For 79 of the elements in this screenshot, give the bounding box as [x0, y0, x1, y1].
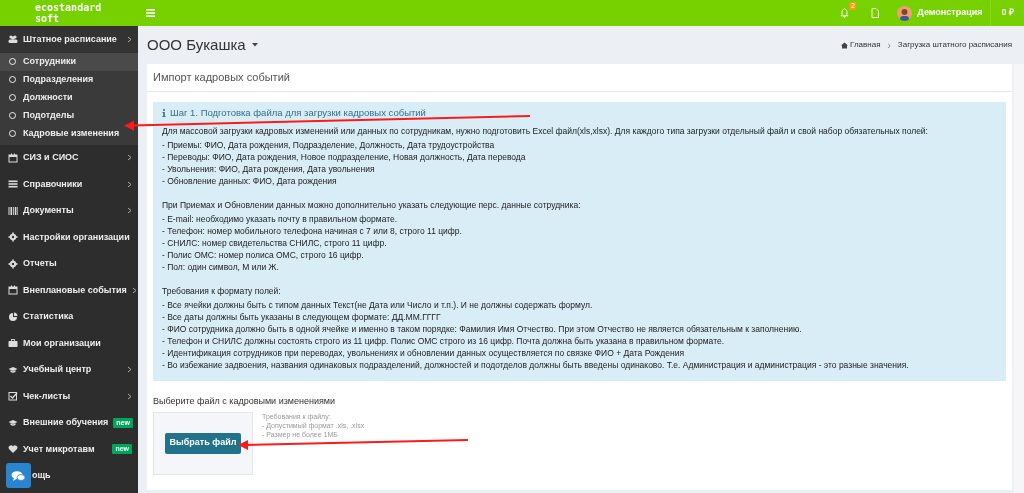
calendar-icon: [8, 285, 18, 296]
pie-chart-icon: [8, 311, 18, 322]
sidebar-label: Внешние обучения: [23, 416, 109, 429]
sidebar-label: Учет микротавм: [23, 442, 95, 456]
sidebar-label: ощь: [32, 469, 51, 482]
info-text: - Пол: один символ, М или Ж.: [162, 261, 280, 273]
info-text: - E-mail: необходимо указать почту в правильном формате.: [162, 213, 399, 225]
info-text: - СНИЛС: номер свидетельства СНИЛС, строго 11 цифр.: [162, 237, 388, 249]
info-text: - Идентификация сотрудников при переводах, увольнениях и обновлении данных осуществляется по связке ФИО + Дата Рождения: [162, 347, 685, 359]
file-label: Выберите файл с кадровыми изменениями: [153, 395, 337, 408]
info-text: - ФИО сотрудника должно быть в одной ячейке и именно в таком порядке: Фамилия Имя Отчество. При этом Отчество не является обязательным к заполнению.: [162, 323, 803, 335]
chat-icon: [11, 469, 26, 482]
sidebar-label: Справочники: [23, 177, 83, 191]
heart-icon: [8, 444, 18, 455]
chat-button[interactable]: [6, 463, 31, 489]
submenu-item[interactable]: Подотделы: [0, 106, 138, 125]
info-text: - Телефон и СНИЛС должны состоять строго из 11 цифр. Полис ОМС строго из 16 цифр. Почта должна быть указана в правильном формате.: [162, 335, 725, 347]
info-text: - Полис ОМС: номер полиса ОМС, строго 16 цифр.: [162, 249, 365, 261]
submenu-item[interactable]: Должности: [0, 88, 138, 107]
sidebar-label: Учебный центр: [23, 363, 92, 376]
calendar-icon: [8, 152, 18, 163]
submenu-item[interactable]: Подразделения: [0, 70, 138, 89]
organization-dropdown[interactable]: ООО Букашка: [147, 33, 258, 57]
panel-title: Импорт кадровых событий: [147, 64, 1012, 92]
info-text: - Переводы: ФИО, Дата рождения, Новое подразделение, Новая должность, Дата перевода: [162, 151, 527, 163]
sidebar-item[interactable]: Штатное расписание: [0, 26, 138, 53]
briefcase-icon: [8, 338, 18, 349]
submenu-item[interactable]: Кадровые изменения: [0, 124, 138, 143]
info-text: - Приемы: ФИО, Дата рождения, Подразделение, Должность, Дата трудоустройства: [162, 139, 496, 151]
choose-file-button[interactable]: Выбрать файл: [165, 432, 241, 454]
bell-icon[interactable]: [840, 8, 850, 18]
sidebar-label: Статистика: [23, 310, 74, 323]
sidebar-label: Чек-листы: [23, 389, 71, 403]
sidebar-label: Мои организации: [23, 336, 101, 350]
sidebar-item[interactable]: Чек-листы: [0, 383, 138, 410]
sidebar-item[interactable]: Отчеты: [0, 250, 138, 277]
avatar-icon: [897, 5, 913, 21]
menu-icon[interactable]: [146, 9, 155, 17]
breadcrumb-separator: ›: [887, 38, 891, 53]
info-heading: Шаг 1. Подготовка файла для загрузки кадровых событий: [162, 106, 997, 120]
sidebar-label: Настройки организации: [23, 230, 130, 244]
breadcrumb-current: Загрузка штатного расписания: [897, 39, 1012, 51]
graduation-cap-icon: [8, 364, 18, 375]
info-icon: [162, 109, 166, 117]
checkbox-icon: [8, 391, 18, 402]
info-text: При Приемах и Обновлении данных можно дополнительно указать следующие перс. данные сотрудника:: [162, 199, 582, 211]
list-icon: [8, 179, 18, 190]
info-text: - Все ячейки должны быть с типом данных Текст(не Дата или Число и т.п.). И не должны содержать формул.: [162, 299, 594, 311]
info-text: - Увольнения: ФИО, Дата рождения, Дата увольнения: [162, 163, 376, 175]
sidebar-label: Внеплановые события: [23, 283, 127, 297]
sidebar-item[interactable]: Статистика: [0, 303, 138, 330]
info-text: Для массовой загрузки кадровых изменений или данных по сотрудникам, нужно подготовить Excel файл(xls,xlsx). Для каждого типа загрузки отдельный файл и свой набор обязательных полей:: [162, 125, 929, 137]
home-icon: [841, 41, 849, 49]
sidebar-item[interactable]: СИЗ и СИОС: [0, 144, 138, 171]
breadcrumb-link[interactable]: Главная: [841, 39, 881, 51]
gear-icon: [8, 258, 18, 269]
caret-icon: [251, 43, 258, 47]
sidebar-label: Документы: [23, 204, 74, 217]
info-text: - Телефон: номер мобильного телефона начиная с 7 или 8, строго 11 цифр.: [162, 225, 463, 237]
logo-text: ecostandard: [35, 2, 103, 13]
sidebar-label: СИЗ и СИОС: [23, 151, 79, 164]
sidebar-item[interactable]: Справочники: [0, 171, 138, 198]
sidebar-label: Штатное расписание: [23, 32, 117, 46]
sidebar-item[interactable]: Настройки организации: [0, 224, 138, 251]
sidebar-item[interactable]: Учебный центр: [0, 356, 138, 383]
info-text: - Обновление данных: ФИО, Дата рождения: [162, 175, 338, 187]
barcode-icon: [8, 205, 18, 216]
gear-icon: [8, 232, 18, 243]
sidebar-label: Отчеты: [23, 257, 57, 270]
logo-text: soft: [35, 13, 61, 24]
info-text: - Во избежание задвоения, названия одинаковых подразделений, должностей и подотделов должны быть введены одинаково. Т.е. Администрация и администрация - это разные значения.: [162, 359, 910, 371]
sidebar-item[interactable]: Мои организации: [0, 330, 138, 357]
sidebar-item[interactable]: ощь: [0, 462, 138, 489]
sidebar-item[interactable]: Внеплановые события: [0, 277, 138, 304]
info-text: Требования к формату полей:: [162, 285, 282, 297]
info-text: - Все даты должны быть указаны в следующем формате: ДД.ММ.ГГГГ: [162, 311, 442, 323]
balance-text: 0 ₽: [990, 0, 1024, 26]
sidebar-item[interactable]: Документы: [0, 197, 138, 224]
graduation-cap-icon: [8, 417, 18, 428]
